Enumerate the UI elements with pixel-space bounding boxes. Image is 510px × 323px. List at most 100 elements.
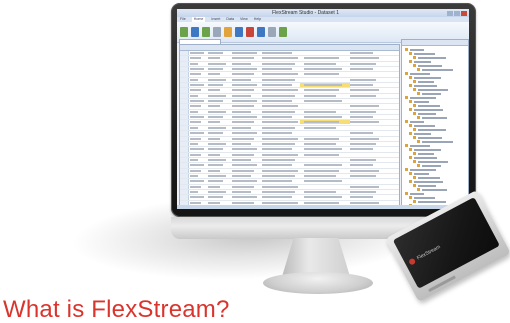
- grid-cell: [350, 148, 373, 151]
- grid-row-number: [180, 163, 189, 168]
- grid-cell: [208, 68, 223, 71]
- grid-cell: [208, 78, 226, 81]
- ribbon-open-icon: [191, 27, 199, 37]
- tree-node-icon: [413, 184, 416, 187]
- tree-node-label: [422, 140, 453, 143]
- grid-cell: [232, 148, 257, 151]
- tree-node-label: [418, 160, 448, 163]
- grid-cell: [262, 196, 292, 199]
- grid-cell: [262, 110, 295, 113]
- grid-cell: [304, 89, 339, 92]
- grid-cell: [208, 190, 226, 193]
- grid-cell: [190, 73, 201, 76]
- tree-node-icon: [417, 116, 420, 119]
- grid-row-number: [180, 99, 189, 104]
- grid-cell: [208, 89, 220, 92]
- grid-cell: [262, 73, 298, 76]
- grid-cell: [190, 121, 201, 124]
- grid-row-number: [180, 173, 189, 179]
- grid-cell: [262, 190, 295, 193]
- grid-cell: [232, 180, 257, 183]
- ribbon-save-icon: [202, 27, 210, 37]
- grid-cell: [208, 105, 220, 108]
- tree-node-label: [418, 200, 446, 203]
- grid-cell: [208, 84, 223, 87]
- grid-cell: [208, 100, 223, 103]
- maximize-icon: [454, 10, 460, 16]
- grid-cell: [232, 52, 257, 54]
- grid-cell: [190, 201, 201, 204]
- grid-cell: [304, 164, 342, 167]
- grid-cell: [304, 73, 339, 76]
- grid-cell: [232, 137, 254, 140]
- tree-node-icon: [413, 128, 416, 131]
- tree-node-icon: [413, 80, 416, 83]
- tree-node-label: [410, 48, 424, 51]
- tree-node-icon: [413, 104, 416, 107]
- grid-cell: [232, 164, 257, 167]
- grid-cell: [350, 62, 376, 65]
- menu-tab-file: File: [180, 17, 186, 21]
- tree-panel: [401, 39, 469, 209]
- grid-body: [180, 51, 399, 209]
- tree-node-label: [422, 188, 447, 191]
- tree-node-label: [414, 100, 429, 103]
- grid-row-number: [180, 152, 189, 157]
- tree-node-icon: [409, 148, 412, 151]
- tree-node-icon: [409, 196, 412, 199]
- grid-cell: [304, 174, 336, 177]
- grid-cell: [190, 185, 201, 188]
- grid-cell: [208, 73, 220, 76]
- grid-cell: [208, 185, 220, 188]
- ribbon-settings-icon: [268, 27, 276, 37]
- tree-node-label: [422, 116, 447, 119]
- tree-node-icon: [409, 132, 412, 135]
- grid-cell: [232, 84, 257, 87]
- grid-cell: [190, 78, 198, 81]
- grid-cell: [232, 142, 251, 145]
- grid-cell: [304, 190, 336, 193]
- grid-cell: [350, 158, 376, 161]
- tree-node-label: [414, 60, 431, 63]
- tree-node-label: [414, 156, 437, 159]
- grid-cell: [304, 153, 339, 156]
- tree-node-label: [418, 88, 448, 91]
- grid-cell: [350, 105, 379, 108]
- grid-cell: [208, 57, 220, 60]
- app-statusbar: [177, 205, 469, 209]
- tree-node-label: [410, 168, 436, 171]
- grid-row-number: [180, 67, 189, 72]
- grid-cell: [304, 116, 342, 119]
- tree-node-label: [414, 172, 429, 175]
- grid-cell: [350, 201, 379, 204]
- grid-cell: [304, 142, 336, 145]
- tree-node-label: [418, 128, 446, 131]
- grid-cell: [262, 132, 292, 135]
- grid-cell: [350, 116, 373, 119]
- grid-cell: [232, 78, 251, 81]
- grid-cell: [232, 62, 251, 65]
- ribbon-export-icon: [257, 27, 265, 37]
- grid-row-number: [180, 56, 189, 61]
- tree-node-label: [418, 80, 434, 83]
- grid-cell: [190, 180, 204, 183]
- grid-cell: [304, 110, 336, 113]
- grid-cell: [262, 148, 292, 151]
- tree-node-icon: [405, 144, 408, 147]
- grid-cell: [262, 89, 298, 92]
- grid-cell: [208, 180, 223, 183]
- grid-cell: [208, 94, 226, 97]
- grid-cell: [350, 94, 376, 97]
- grid-row-number: [180, 141, 189, 147]
- tree-node-icon: [413, 88, 416, 91]
- grid-cell: [304, 201, 339, 204]
- tree-node-icon: [409, 124, 412, 127]
- tree-node-label: [414, 108, 443, 111]
- grid-cell: [190, 89, 201, 92]
- tree-node-icon: [417, 92, 420, 95]
- grid-cell: [208, 137, 220, 140]
- grid-cell: [190, 142, 198, 145]
- tree-node-icon: [405, 168, 408, 171]
- grid-cell: [232, 185, 254, 188]
- grid-cell: [262, 121, 298, 124]
